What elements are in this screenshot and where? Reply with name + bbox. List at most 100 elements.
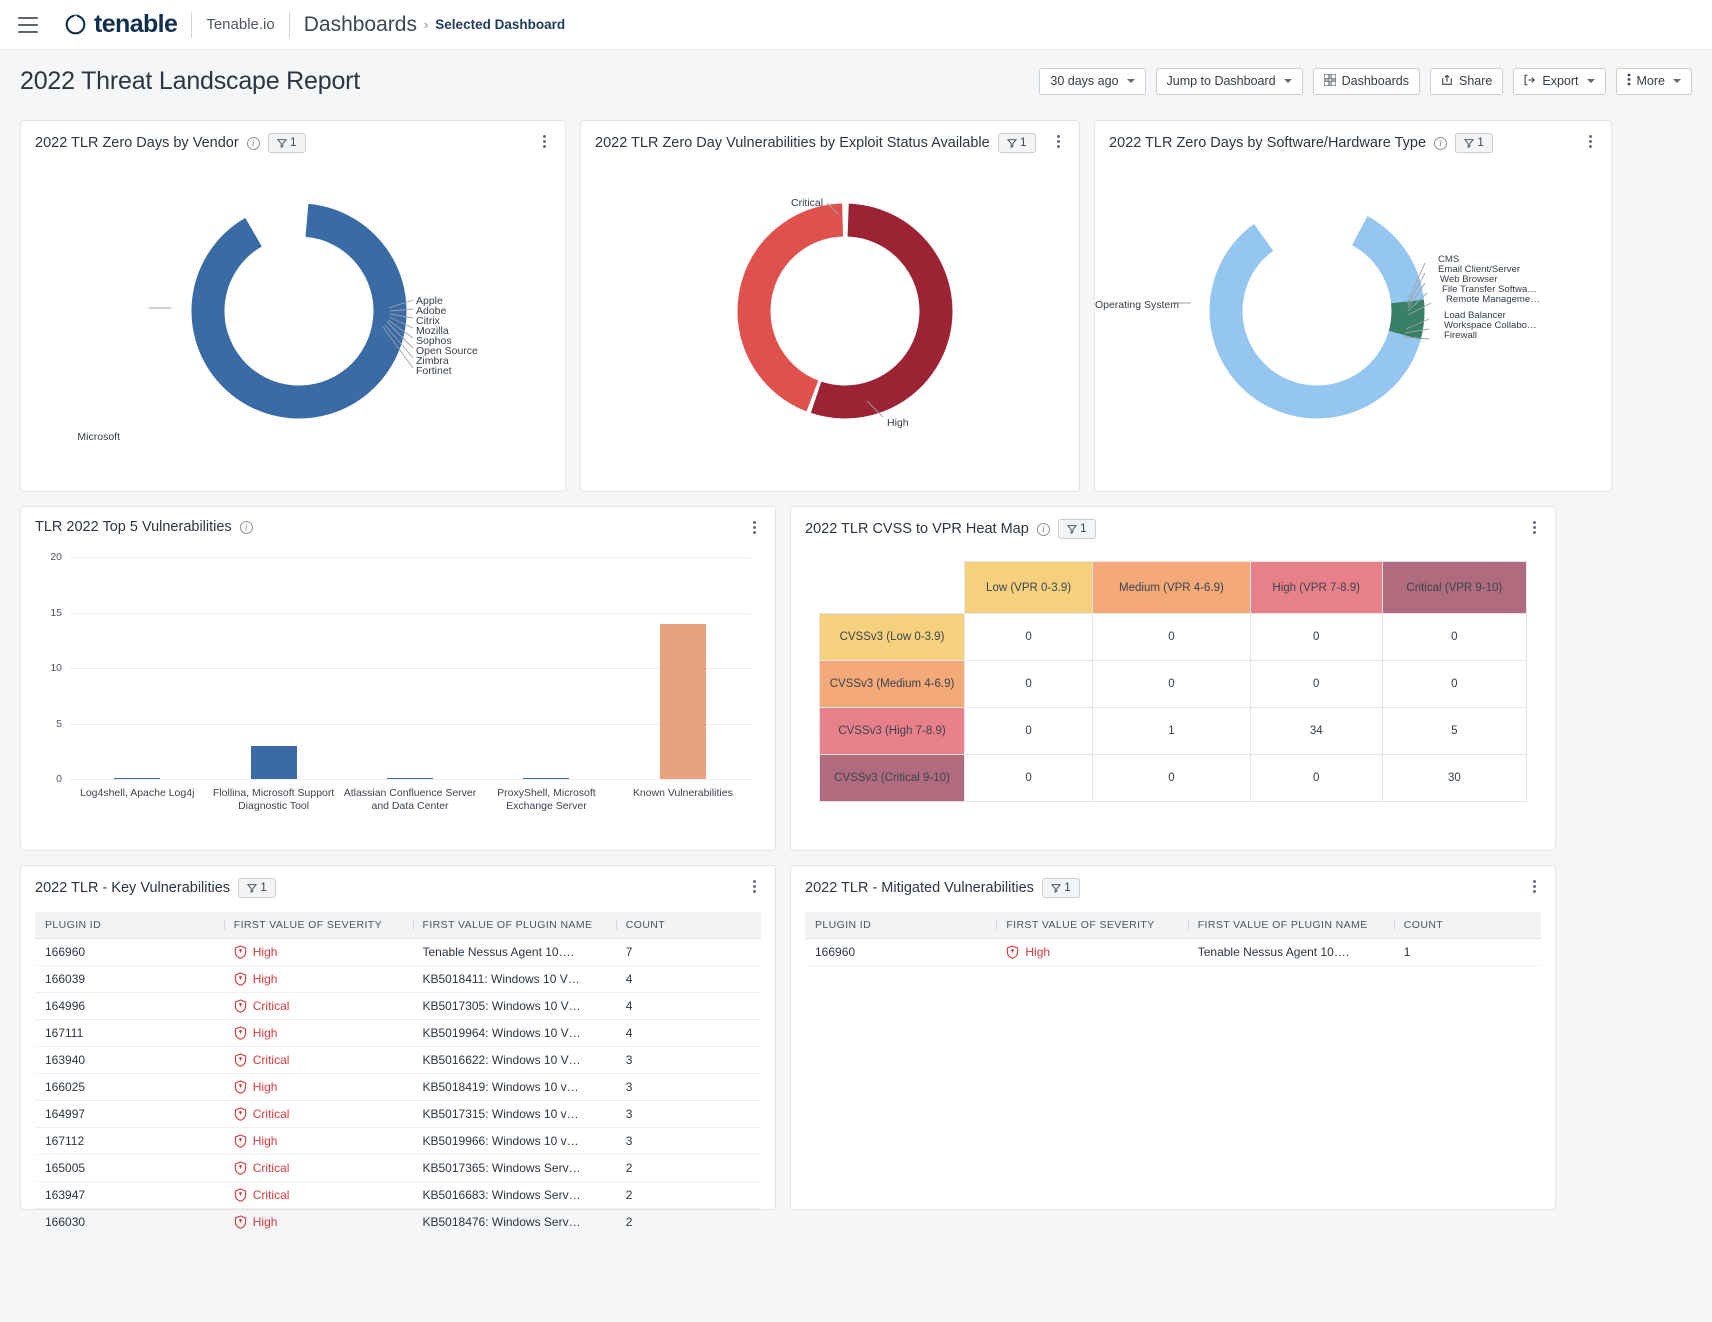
heatmap-cell[interactable]: 0 (1249, 613, 1383, 661)
export-label: Export (1542, 74, 1579, 88)
widget-row-3: 2022 TLR - Key Vulnerabilities 1 PLUGIN … (20, 865, 1692, 1236)
hamburger-menu-icon[interactable] (18, 16, 38, 33)
table-row[interactable]: 163947 Critical KB5016683: Windows Serv… 2 (35, 1181, 761, 1209)
table-row[interactable]: 163940 Critical KB5016622: Windows 10 V… 3 (35, 1046, 761, 1074)
cell-severity: Critical (223, 992, 413, 1020)
table-row[interactable]: 166960 High Tenable Nessus Agent 10…. 1 (805, 938, 1541, 966)
column-header-plugin-id[interactable]: PLUGIN ID (805, 912, 997, 939)
heatmap-row-medium: CVSSv3 (Medium 4-6.9) (819, 660, 965, 708)
heatmap-cell[interactable]: 5 (1381, 707, 1528, 755)
cell-severity: High (223, 1208, 413, 1236)
cell-count: 2 (615, 1154, 761, 1182)
bar-atlassian[interactable] (387, 778, 434, 779)
widget-menu-button[interactable] (747, 878, 761, 894)
widget-menu-button[interactable] (1583, 133, 1597, 149)
heatmap-cell[interactable]: 0 (963, 613, 1094, 661)
bar-known-vulnerabilities[interactable] (659, 624, 706, 779)
widget-zero-days-by-vendor: 2022 TLR Zero Days by Vendor i 1 Microso… (20, 120, 566, 492)
cell-count: 2 (615, 1181, 761, 1209)
heatmap-cell[interactable]: 0 (1381, 613, 1528, 661)
widget-menu-button[interactable] (747, 519, 761, 535)
more-button[interactable]: More (1615, 67, 1692, 95)
widget-menu-button[interactable] (537, 133, 551, 149)
widget-cvss-vpr-heatmap: 2022 TLR CVSS to VPR Heat Map i 1 Low (V… (790, 506, 1556, 851)
export-button[interactable]: Export (1513, 67, 1606, 95)
cell-plugin-name: KB5019966: Windows 10 v… (412, 1127, 616, 1155)
widget-title: 2022 TLR Zero Days by Software/Hardware … (1109, 135, 1427, 151)
bar-follina[interactable] (250, 746, 297, 779)
breadcrumb-dashboards[interactable]: Dashboards (304, 13, 417, 37)
info-icon[interactable]: i (1434, 136, 1448, 150)
filter-chip[interactable]: 1 (997, 133, 1036, 153)
info-icon[interactable]: i (246, 136, 260, 150)
column-header-severity[interactable]: FIRST VALUE OF SEVERITY (996, 912, 1188, 939)
widget-key-vulnerabilities: 2022 TLR - Key Vulnerabilities 1 PLUGIN … (20, 865, 776, 1236)
table-row[interactable]: 165005 Critical KB5017365: Windows Serv… 2 (35, 1154, 761, 1182)
heatmap-cell[interactable]: 30 (1381, 754, 1528, 802)
info-icon[interactable]: i (239, 520, 253, 534)
heatmap-cell[interactable]: 0 (963, 707, 1094, 755)
table-row[interactable]: 166960 High Tenable Nessus Agent 10…. 7 (35, 938, 761, 966)
filter-chip[interactable]: 1 (267, 133, 306, 153)
column-header-count[interactable]: COUNT (1393, 912, 1541, 939)
widget-menu-button[interactable] (1527, 519, 1541, 535)
heatmap-cell[interactable]: 0 (1249, 754, 1383, 802)
table-row[interactable]: 167111 High KB5019964: Windows 10 V… 4 (35, 1019, 761, 1047)
cell-count: 3 (615, 1127, 761, 1155)
table-row[interactable]: 166030 High KB5018476: Windows Serv… 2 (35, 1208, 761, 1236)
column-header-plugin-name[interactable]: FIRST VALUE OF PLUGIN NAME (1187, 912, 1394, 939)
column-header-plugin-name[interactable]: FIRST VALUE OF PLUGIN NAME (412, 912, 616, 939)
heatmap-cell[interactable]: 1 (1092, 707, 1251, 755)
table-row[interactable]: 166039 High KB5018411: Windows 10 V… 4 (35, 965, 761, 993)
heatmap-cell[interactable]: 0 (1092, 660, 1251, 708)
cell-plugin-name: KB5018476: Windows Serv… (412, 1208, 616, 1236)
filter-chip[interactable]: 1 (238, 878, 277, 898)
table-row[interactable]: 166025 High KB5018419: Windows 10 v… 3 (35, 1073, 761, 1101)
time-range-button[interactable]: 30 days ago (1039, 67, 1146, 95)
heatmap-col-low: Low (VPR 0-3.9) (963, 561, 1094, 614)
column-header-count[interactable]: COUNT (615, 912, 761, 939)
heatmap-corner (820, 562, 965, 614)
widget-row-2: TLR 2022 Top 5 Vulnerabilities i 0 5 10 … (20, 506, 1692, 851)
bar-log4shell[interactable] (114, 778, 161, 779)
info-icon[interactable]: i (1036, 522, 1050, 536)
tenable-logo[interactable]: tenable (64, 10, 178, 39)
widget-menu-button[interactable] (1527, 878, 1541, 894)
column-header-plugin-id[interactable]: PLUGIN ID (35, 912, 224, 939)
filter-chip[interactable]: 1 (1041, 878, 1080, 898)
table-header-row: PLUGIN ID FIRST VALUE OF SEVERITY FIRST … (805, 912, 1541, 939)
bar-slot (342, 557, 478, 779)
donut-chart-vendor: Microsoft Apple Adobe Citrix Mozilla Sop… (35, 153, 551, 453)
table-row[interactable]: 164996 Critical KB5017305: Windows 10 V… 4 (35, 992, 761, 1020)
bar-proxyshell[interactable] (523, 778, 570, 779)
heatmap-cell[interactable]: 0 (963, 754, 1094, 802)
filter-count: 1 (1080, 523, 1087, 535)
heatmap-cell[interactable]: 0 (963, 660, 1094, 708)
x-axis-tick: Atlassian Confluence Server and Data Cen… (343, 787, 477, 812)
jump-to-dashboard-button[interactable]: Jump to Dashboard (1155, 67, 1303, 95)
dashboards-button[interactable]: Dashboards (1312, 67, 1421, 95)
cell-plugin-id: 165005 (35, 1154, 224, 1182)
share-button[interactable]: Share (1430, 67, 1504, 95)
widget-menu-button[interactable] (1051, 133, 1065, 149)
heatmap-cell[interactable]: 0 (1249, 660, 1383, 708)
filter-chip[interactable]: 1 (1455, 133, 1494, 153)
heatmap-cell[interactable]: 0 (1381, 660, 1528, 708)
donut-chart-exploit-status: Critical High (595, 153, 1065, 453)
widget-row-1: 2022 TLR Zero Days by Vendor i 1 Microso… (20, 120, 1692, 492)
heatmap-cell[interactable]: 0 (1092, 754, 1251, 802)
cell-count: 4 (615, 965, 761, 993)
bar-chart-top5: 0 5 10 15 20 Log4shell, Apache Log4j Flo… (35, 549, 761, 839)
cell-severity: High (223, 965, 413, 993)
severity-label: Critical (252, 1053, 290, 1067)
table-row[interactable]: 164997 Critical KB5017315: Windows 10 v… 3 (35, 1100, 761, 1128)
donut-label-fortinet: Fortinet (416, 365, 452, 377)
severity-icon (234, 999, 247, 1013)
widget-title: 2022 TLR - Mitigated Vulnerabilities (805, 880, 1034, 896)
heatmap-cell[interactable]: 0 (1092, 613, 1251, 661)
column-header-severity[interactable]: FIRST VALUE OF SEVERITY (223, 912, 413, 939)
donut-label-high: High (887, 417, 909, 429)
heatmap-cell[interactable]: 34 (1249, 707, 1383, 755)
filter-chip[interactable]: 1 (1057, 519, 1096, 539)
table-row[interactable]: 167112 High KB5019966: Windows 10 v… 3 (35, 1127, 761, 1155)
